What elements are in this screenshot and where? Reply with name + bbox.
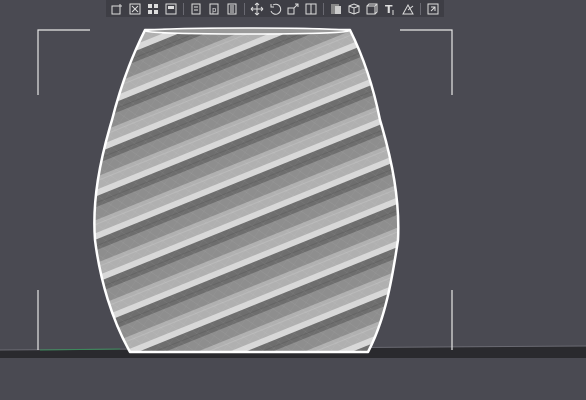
move-icon[interactable]: [249, 1, 265, 17]
select-icon[interactable]: [328, 1, 344, 17]
arrange-icon[interactable]: [145, 1, 161, 17]
toolbar-separator: [183, 2, 184, 15]
text-icon[interactable]: T: [382, 1, 398, 17]
svg-text:T: T: [385, 3, 393, 16]
paste-icon[interactable]: [224, 1, 240, 17]
delete-icon[interactable]: [127, 1, 143, 17]
rotate-icon[interactable]: [267, 1, 283, 17]
layers-icon[interactable]: [188, 1, 204, 17]
cube-icon[interactable]: [364, 1, 380, 17]
scale-icon[interactable]: [285, 1, 301, 17]
view-3d-icon[interactable]: [346, 1, 362, 17]
add-object-icon[interactable]: [109, 1, 125, 17]
scene-canvas[interactable]: [0, 0, 586, 400]
build-plate: [0, 345, 586, 400]
toolbar-separator: [323, 2, 324, 15]
toolbar-separator: [420, 2, 421, 15]
mirror-icon[interactable]: [303, 1, 319, 17]
svg-text:p: p: [212, 6, 217, 14]
settings-icon[interactable]: [425, 1, 441, 17]
3d-viewport[interactable]: p T: [0, 0, 586, 400]
support-icon[interactable]: [400, 1, 416, 17]
copy-icon[interactable]: p: [206, 1, 222, 17]
vase-model[interactable]: [93, 27, 400, 354]
toolbar-separator: [244, 2, 245, 15]
cut-icon[interactable]: [163, 1, 179, 17]
top-toolbar: p T: [106, 0, 444, 17]
